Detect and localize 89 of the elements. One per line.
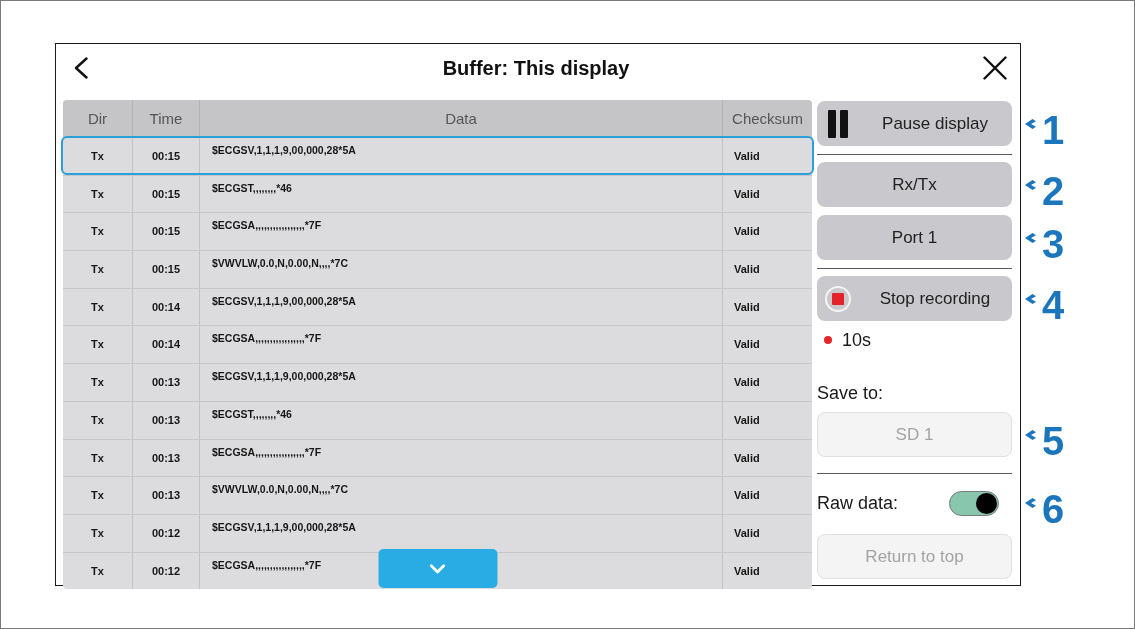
column-header: Dir: [86, 109, 109, 129]
table-cell: 00:13: [132, 364, 199, 401]
toggle-switch[interactable]: [949, 490, 999, 516]
table-cell: Valid: [722, 439, 812, 477]
table-cell: $VWVLW,0.0,N,0.00,N,,,,*7C: [199, 251, 722, 288]
table-cell: Valid: [722, 477, 812, 514]
table-cell: $ECGSV,1,1,1,9,00,000,28*5A: [199, 288, 722, 326]
callout-number: 2: [1042, 170, 1065, 211]
table-cell: $ECGSV,1,1,1,9,00,000,28*5A: [199, 364, 722, 401]
table-cell: 00:12: [132, 552, 199, 590]
table-cell: 00:12: [132, 514, 199, 552]
table-cell: 00:14: [132, 326, 199, 364]
close-icon: [983, 56, 1007, 80]
table-cell-text: Tx: [90, 299, 105, 315]
table-cell: 00:13: [132, 477, 199, 514]
section-label: Save to:: [817, 382, 884, 404]
stop-recording-button[interactable]: Stop recording: [817, 276, 1012, 321]
callout-number: 6: [1042, 489, 1065, 529]
callout-arrow-icon: [1025, 179, 1036, 190]
table-row[interactable]: Tx 00:15 $ECGSV,1,1,1,9,00,000,28*5A Valid: [61, 136, 814, 175]
table-cell: $ECGSA,,,,,,,,,,,,,,,,,*7F: [199, 439, 722, 477]
table-cell-text: Tx: [90, 412, 105, 428]
table-row[interactable]: Tx 00:13 $ECGSA,,,,,,,,,,,,,,,,,*7F Valid: [63, 438, 812, 477]
table-cell: Valid: [722, 175, 812, 213]
callout-number: 5: [1042, 420, 1065, 461]
option-button[interactable]: Port 1: [817, 215, 1012, 260]
record-icon: [824, 285, 851, 312]
table-cell: 00:14: [132, 288, 199, 326]
callout-number: 3: [1042, 223, 1065, 264]
table-cell-text: Tx: [90, 149, 105, 164]
recording-dot-icon: [824, 336, 832, 344]
table-row[interactable]: Tx 00:14 $ECGSA,,,,,,,,,,,,,,,,,*7F Valid: [63, 325, 812, 364]
table-cell: Valid: [722, 552, 812, 590]
table-cell-text: Tx: [90, 337, 105, 353]
table-row[interactable]: Tx 00:13 $VWVLW,0.0,N,0.00,N,,,,*7C Valid: [63, 476, 812, 514]
table-cell: 00:15: [132, 251, 199, 288]
table-cell: $ECGST,,,,,,,,*46: [199, 175, 722, 213]
table-cell: Valid: [722, 288, 812, 326]
chevron-down-icon: [429, 563, 446, 574]
table-cell: $ECGSA,,,,,,,,,,,,,,,,,*7F: [199, 213, 722, 251]
table-cell-text: Tx: [90, 488, 105, 504]
option-button[interactable]: Rx/Tx: [817, 162, 1012, 207]
table-cell: Valid: [722, 213, 812, 251]
table-cell: Valid: [722, 401, 812, 439]
table-cell: Valid: [722, 326, 812, 364]
table-row[interactable]: Tx 00:14 $ECGSV,1,1,1,9,00,000,28*5A Valid: [63, 287, 812, 326]
pause-icon: [827, 109, 848, 138]
callout-arrow-icon: [1025, 232, 1036, 243]
callout-arrow-icon: [1025, 498, 1036, 508]
table-cell: 00:13: [132, 401, 199, 439]
table-cell: $ECGSA,,,,,,,,,,,,,,,,,*7F: [199, 326, 722, 364]
callout-number: 4: [1042, 284, 1065, 325]
column-header: Time: [132, 100, 199, 137]
table-cell: Valid: [722, 138, 812, 173]
table-cell-text: Tx: [90, 375, 105, 391]
table-cell: 00:15: [132, 138, 199, 173]
dialog-title: Buffer: This display: [441, 56, 631, 80]
table-row[interactable]: Tx 00:15 $VWVLW,0.0,N,0.00,N,,,,*7C Valid: [63, 250, 812, 288]
callout-arrow-icon: [1025, 293, 1036, 304]
table-row[interactable]: Tx 00:15 $ECGST,,,,,,,,*46 Valid: [63, 174, 812, 213]
table-cell: 00:15: [132, 213, 199, 251]
recording-duration: 10s: [842, 329, 872, 351]
table-row[interactable]: Tx 00:13 $ECGSV,1,1,1,9,00,000,28*5A Valid: [63, 363, 812, 401]
back-button[interactable]: [73, 57, 89, 79]
table-cell-text: Tx: [90, 525, 105, 541]
table-cell: 00:15: [132, 175, 199, 213]
callout-arrow-icon: [1025, 429, 1036, 440]
table-cell-text: Tx: [90, 186, 105, 202]
table-cell: $VWVLW,0.0,N,0.00,N,,,,*7C: [199, 477, 722, 514]
setting-label: Raw data:: [817, 492, 899, 514]
table-cell-text: Tx: [90, 262, 105, 278]
chevron-left-icon: [73, 57, 89, 79]
table-cell: Valid: [722, 251, 812, 288]
table-cell: 00:13: [132, 439, 199, 477]
table-cell-text: Tx: [90, 224, 105, 240]
table-cell: $ECGSV,1,1,1,9,00,000,28*5A: [199, 138, 722, 173]
table-cell-text: Tx: [90, 450, 105, 466]
column-header: Checksum: [722, 100, 812, 137]
table-cell: Valid: [722, 514, 812, 552]
table-cell-text: Tx: [90, 563, 105, 579]
column-header: Data: [199, 100, 722, 137]
close-button[interactable]: [983, 56, 1007, 80]
pause-display-button[interactable]: Pause display: [817, 101, 1012, 146]
table-cell: $ECGST,,,,,,,,*46: [199, 401, 722, 439]
callout-number: 1: [1042, 109, 1065, 150]
callout-arrow-icon: [1025, 118, 1036, 129]
table-row[interactable]: Tx 00:15 $ECGSA,,,,,,,,,,,,,,,,,*7F Valid: [63, 212, 812, 251]
table-row[interactable]: Tx 00:13 $ECGST,,,,,,,,*46 Valid: [63, 400, 812, 439]
table-cell: Valid: [722, 364, 812, 401]
